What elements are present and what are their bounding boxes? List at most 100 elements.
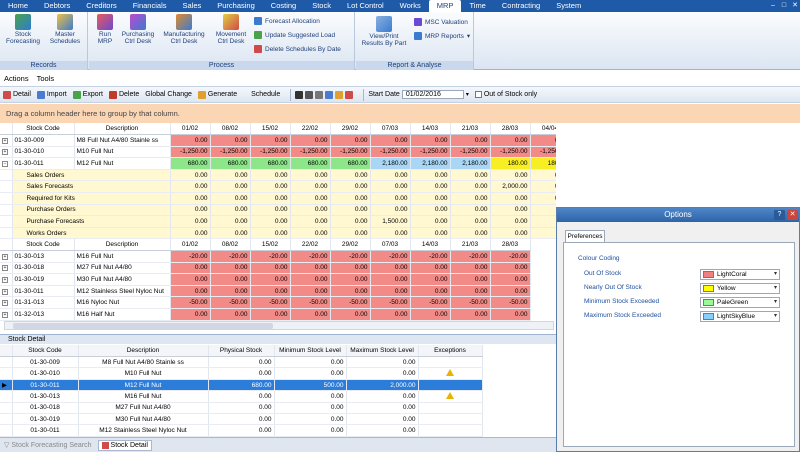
import-button[interactable]: Import (36, 90, 67, 99)
schedule-button[interactable]: Schedule (243, 91, 280, 98)
checkbox-icon[interactable] (474, 91, 482, 98)
menu-tab-creditors[interactable]: Creditors (78, 0, 124, 12)
forecast-row[interactable]: +01-30-011 M12 Stainless Steel Nyloc Nut 0… (0, 285, 556, 298)
column-header[interactable]: 29/02 (330, 238, 371, 252)
stock-detail-row[interactable]: 01-30-009 M8 Full Nut A4/80 Stainle ss 0.0… (0, 356, 483, 369)
row-expander[interactable]: + (0, 146, 13, 159)
scroll-thumb[interactable] (13, 323, 273, 329)
stock-detail-row[interactable]: 01-30-011 M12 Stainless Steel Nyloc Nut 0.… (0, 424, 483, 437)
calendar-icon[interactable] (345, 90, 354, 99)
column-header[interactable]: 22/02 (290, 238, 331, 252)
stock-forecasting-button[interactable]: Stock Forecasting (4, 14, 42, 45)
actions-menu[interactable]: Actions (4, 72, 29, 86)
filter-icon[interactable] (325, 90, 334, 99)
forecast-row[interactable]: +01-32-013 M16 Half Nut 0.00 0.00 0.00 0.00 0.… (0, 308, 556, 321)
close-button[interactable]: ✕ (787, 210, 798, 220)
start-date-field[interactable]: 01/02/2016 (401, 90, 464, 99)
column-header[interactable]: Description (74, 238, 171, 252)
column-header[interactable]: Stock Code (12, 345, 79, 358)
manufacturing-ctrl-desk-button[interactable]: Manufacturing Ctrl Desk (159, 14, 209, 45)
tab-stock-forecasting-search[interactable]: ▽ Stock Forecasting Search (4, 441, 92, 450)
menu-tab-costing[interactable]: Costing (263, 0, 304, 12)
dropdown-arrow-icon[interactable]: ▾ (774, 298, 777, 305)
column-header[interactable]: 29/02 (330, 123, 371, 136)
expand-icon[interactable]: + (2, 311, 8, 318)
menu-tab-lot-control[interactable]: Lot Control (339, 0, 392, 12)
close-window-button[interactable]: ✕ (790, 1, 800, 10)
column-header[interactable]: Exceptions (418, 345, 483, 358)
expand-icon[interactable]: + (2, 265, 8, 272)
colour-dropdown[interactable]: LightSkyBlue ▾ (700, 311, 780, 322)
global-change-button[interactable]: Global Change (145, 91, 192, 98)
expand-icon[interactable]: + (2, 277, 8, 284)
forecast-allocation-button[interactable]: Forecast Allocation (254, 17, 320, 25)
minimize-button[interactable]: – (768, 1, 778, 10)
rows-icon[interactable] (305, 90, 314, 99)
menu-tab-stock[interactable]: Stock (304, 0, 339, 12)
column-header[interactable]: Stock Code (12, 238, 75, 252)
stock-detail-row[interactable]: 01-30-010 M10 Full Nut 0.00 0.00 0.00 (0, 367, 483, 380)
row-expander[interactable]: + (0, 250, 13, 263)
dropdown-arrow-icon[interactable]: ▾ (774, 312, 777, 319)
stock-detail-row[interactable]: 01-30-019 M30 Full Nut A4/80 0.00 0.00 0.00 (0, 413, 483, 426)
column-header[interactable]: Physical Stock (208, 345, 275, 358)
column-header[interactable]: 21/03 (450, 123, 491, 136)
column-header[interactable]: 15/02 (250, 238, 291, 252)
generate-button[interactable]: Generate (197, 90, 237, 99)
forecast-row[interactable]: +01-30-018 M27 Full Nut A4/80 0.00 0.00 0.00… (0, 262, 556, 275)
column-header[interactable]: 08/02 (210, 123, 251, 136)
row-expander[interactable]: + (0, 134, 13, 147)
column-header[interactable]: Description (78, 345, 209, 358)
menu-tab-mrp[interactable]: MRP (428, 0, 462, 12)
run-mrp-button[interactable]: Run MRP (91, 14, 119, 45)
update-suggested-load-button[interactable]: Update Suggested Load (254, 31, 335, 39)
column-header[interactable]: 08/02 (210, 238, 251, 252)
expand-icon[interactable] (315, 90, 324, 99)
menu-tab-system[interactable]: System (548, 0, 589, 12)
column-header[interactable]: 01/02 (170, 238, 211, 252)
stock-detail-row[interactable]: 01-30-018 M27 Full Nut A4/80 0.00 0.00 0.00 (0, 402, 483, 415)
expand-icon[interactable]: + (2, 253, 8, 260)
tools-menu[interactable]: Tools (37, 72, 55, 86)
purchasing-ctrl-desk-button[interactable]: Purchasing Ctrl Desk (119, 14, 157, 45)
menu-tab-financials[interactable]: Financials (125, 0, 175, 12)
column-header[interactable]: Minimum Stock Level (274, 345, 347, 358)
group-by-panel[interactable]: Drag a column header here to group by th… (0, 104, 800, 123)
column-header[interactable]: Description (74, 123, 171, 136)
columns-icon[interactable] (295, 90, 304, 99)
column-header[interactable]: 28/03 (490, 123, 531, 136)
grid-tools[interactable] (295, 90, 354, 99)
forecast-row[interactable]: +01-31-013 M16 Nyloc Nut -50.00 -50.00 -50.0… (0, 296, 556, 309)
horizontal-scrollbar[interactable] (4, 321, 554, 330)
menu-tab-contracting[interactable]: Contracting (494, 0, 548, 12)
calendar-dropdown-icon[interactable]: ▾ (466, 91, 469, 98)
row-expander[interactable]: + (0, 262, 13, 275)
dropdown-arrow-icon[interactable]: ▾ (774, 270, 777, 277)
row-expander[interactable]: + (0, 285, 13, 298)
view-print-button[interactable]: View/Print Results By Part (358, 16, 410, 47)
forecast-row[interactable]: +01-30-009 M8 Full Nut A4/80 Stainle ss 0.… (0, 134, 556, 147)
menu-tab-sales[interactable]: Sales (174, 0, 209, 12)
menu-tab-time[interactable]: Time (461, 0, 493, 12)
stock-detail-row[interactable]: 01-30-013 M16 Full Nut 0.00 0.00 0.00 (0, 390, 483, 403)
column-header[interactable]: 22/02 (290, 123, 331, 136)
column-header[interactable]: 28/03 (490, 238, 531, 252)
msc-valuation-button[interactable]: MSC Valuation (414, 18, 468, 26)
column-header[interactable]: 15/02 (250, 123, 291, 136)
row-expander[interactable]: + (0, 308, 13, 321)
out-of-stock-checkbox[interactable]: Out of Stock only (474, 91, 537, 98)
column-header[interactable]: 07/03 (370, 123, 411, 136)
column-header[interactable]: 14/03 (410, 123, 451, 136)
detail-button[interactable]: Detail (3, 90, 31, 99)
forecast-row[interactable]: +01-30-010 M10 Full Nut -1,250.00 -1,250.00… (0, 146, 556, 159)
movement-ctrl-desk-button[interactable]: Movement Ctrl Desk (211, 14, 251, 45)
row-expander[interactable]: + (0, 273, 13, 286)
column-header[interactable]: Stock Code (12, 123, 75, 136)
expand-icon[interactable]: + (2, 288, 8, 295)
column-header[interactable]: 14/03 (410, 238, 451, 252)
column-header[interactable]: 01/02 (170, 123, 211, 136)
column-header[interactable]: 21/03 (450, 238, 491, 252)
menu-tab-debtors[interactable]: Debtors (36, 0, 78, 12)
stock-detail-row[interactable]: ▶ 01-30-011 M12 Full Nut 680.00 500.00 2,000.… (0, 379, 483, 392)
master-schedules-button[interactable]: Master Schedules (46, 14, 84, 45)
